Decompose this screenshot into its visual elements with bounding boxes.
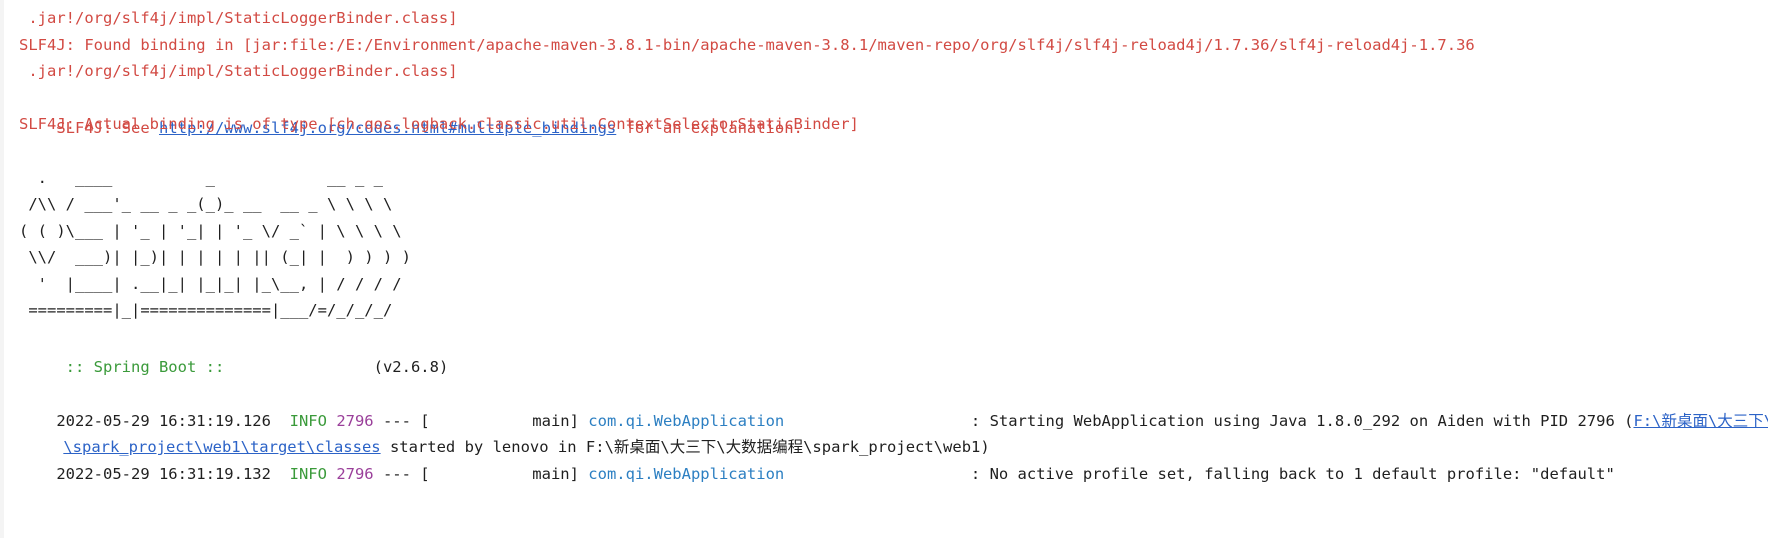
log-timestamp: 2022-05-29 16:31:19.132 [56,465,271,483]
spring-boot-version-line: :: Spring Boot :: (v2.6.8) [19,322,449,376]
spring-boot-version: (v2.6.8) [224,358,449,376]
slf4j-line-1: .jar!/org/slf4j/impl/StaticLoggerBinder.… [19,9,458,27]
log-thread: main] [429,465,579,483]
log-message: : No active profile set, falling back to… [784,465,1615,483]
log-level: INFO [289,465,327,483]
banner-line-6: =========|_|==============|___/=/_/_/_/ [19,301,393,319]
spring-boot-label: :: Spring Boot :: [56,358,225,376]
log-pid: 2796 [336,465,374,483]
log-logger: com.qi.WebApplication [588,465,785,483]
log-line-2: 2022-05-29 16:31:19.132 INFO 2796 --- [ … [19,429,1614,483]
log-line-1-continued: \spark_project\web1\target\classes start… [26,402,989,456]
log-classes-path-link[interactable]: F:\新桌面\大三下\大数据编程 [1633,412,1768,430]
log-separator: --- [ [373,465,430,483]
slf4j-actual-binding-line: SLF4J: Actual binding is of type [ch.qos… [19,115,859,133]
banner-line-4: \\/ ___)| |_)| | | | | || (_| | ) ) ) ) [19,248,411,266]
console-gutter [0,0,4,538]
banner-line-2: /\\ / ___'_ __ _ _(_)_ __ __ _ \ \ \ \ [19,195,393,213]
slf4j-line-3: .jar!/org/slf4j/impl/StaticLoggerBinder.… [19,62,458,80]
console-output[interactable]: .jar!/org/slf4j/impl/StaticLoggerBinder.… [0,0,1768,538]
